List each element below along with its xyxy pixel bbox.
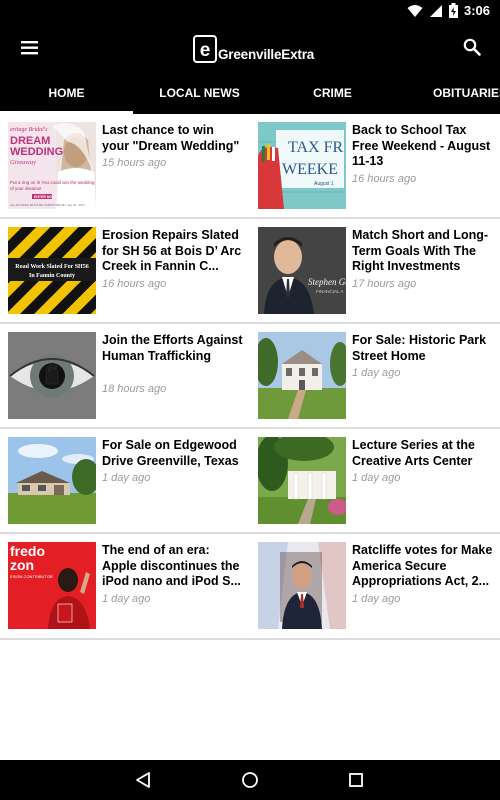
signal-icon bbox=[429, 4, 442, 17]
article-title: The end of an era: Apple discontinues th… bbox=[102, 543, 241, 589]
article-thumbnail: fredo zon ESIGN CONTRIBUTOR bbox=[8, 542, 96, 629]
article-title: For Sale: Historic Park Street Home bbox=[352, 333, 487, 363]
tab-local-news[interactable]: LOCAL NEWS bbox=[133, 72, 266, 114]
wifi-icon bbox=[407, 4, 423, 17]
article-thumbnail bbox=[258, 437, 346, 524]
system-nav-bar bbox=[0, 760, 500, 800]
svg-text:of your dreams!: of your dreams! bbox=[10, 186, 41, 191]
article-thumbnail bbox=[258, 332, 346, 419]
article-card[interactable]: Ratcliffe votes for Make America Secure … bbox=[250, 534, 500, 637]
article-time: 1 day ago bbox=[102, 593, 151, 605]
status-time: 3:06 bbox=[463, 3, 490, 18]
article-title: Erosion Repairs Slated for SH 56 at Bois… bbox=[102, 228, 242, 274]
tab-obituaries[interactable]: OBITUARIES bbox=[433, 72, 500, 114]
article-time: 1 day ago bbox=[352, 367, 401, 379]
tab-crime[interactable]: CRIME bbox=[266, 72, 399, 114]
svg-text:In Fannin County: In Fannin County bbox=[29, 273, 75, 279]
article-thumbnail: Road Work Slated For SH56 In Fannin Coun… bbox=[8, 227, 96, 314]
article-title: Lecture Series at the Creative Arts Cent… bbox=[352, 438, 475, 468]
article-card[interactable]: fredo zon ESIGN CONTRIBUTOR The end of a… bbox=[0, 534, 250, 637]
article-title: For Sale on Edgewood Drive Greenville, T… bbox=[102, 438, 239, 468]
article-thumbnail bbox=[8, 437, 96, 524]
article-card[interactable]: Stephen Ge FINANCIAL A Match Short and L… bbox=[250, 219, 500, 322]
menu-icon[interactable] bbox=[20, 38, 40, 58]
home-icon[interactable] bbox=[240, 770, 260, 790]
article-time: 1 day ago bbox=[352, 593, 401, 605]
article-title: Back to School Tax Free Weekend - August… bbox=[352, 123, 491, 169]
article-row: For Sale on Edgewood Drive Greenville, T… bbox=[0, 429, 500, 534]
back-icon[interactable] bbox=[134, 770, 154, 790]
app-bar: e GreenvilleExtra bbox=[0, 24, 500, 72]
status-icons: 3:06 bbox=[407, 3, 490, 18]
status-bar: 3:06 bbox=[0, 0, 500, 24]
article-thumbnail: Stephen Ge FINANCIAL A bbox=[258, 227, 346, 314]
article-time: 17 hours ago bbox=[352, 278, 417, 290]
article-time: 16 hours ago bbox=[102, 278, 167, 290]
svg-text:WEDDING: WEDDING bbox=[10, 146, 63, 158]
article-card[interactable]: For Sale: Historic Park Street Home 1 da… bbox=[250, 324, 500, 427]
article-time: 1 day ago bbox=[352, 472, 401, 484]
article-title: Match Short and Long-Term Goals With The… bbox=[352, 228, 489, 274]
svg-text:August 1: August 1 bbox=[314, 181, 334, 187]
svg-text:e: e bbox=[200, 40, 211, 61]
article-title: Join the Efforts Against Human Trafficki… bbox=[102, 333, 243, 363]
logo-mark: e bbox=[193, 35, 217, 63]
svg-text:zon: zon bbox=[10, 557, 34, 573]
article-row: fredo zon ESIGN CONTRIBUTOR The end of a… bbox=[0, 534, 500, 640]
article-card[interactable]: TAX FR WEEKE August 1 Back to School Tax… bbox=[250, 114, 500, 217]
article-thumbnail bbox=[258, 542, 346, 629]
article-time: 18 hours ago bbox=[102, 383, 167, 395]
article-row: Join the Efforts Against Human Trafficki… bbox=[0, 324, 500, 429]
article-thumbnail: TAX FR WEEKE August 1 bbox=[258, 122, 346, 209]
recents-icon[interactable] bbox=[346, 770, 366, 790]
article-thumbnail bbox=[8, 332, 96, 419]
article-card[interactable]: Lecture Series at the Creative Arts Cent… bbox=[250, 429, 500, 532]
article-card[interactable]: eritage Bridal's DREAM WEDDING Giveaway … bbox=[0, 114, 250, 217]
article-title: Last chance to win your "Dream Wedding" bbox=[102, 123, 240, 153]
svg-text:WEEKE: WEEKE bbox=[282, 161, 338, 178]
article-thumbnail: eritage Bridal's DREAM WEDDING Giveaway … bbox=[8, 122, 96, 209]
svg-text:FINANCIAL A: FINANCIAL A bbox=[316, 289, 343, 294]
svg-text:ESIGN CONTRIBUTOR: ESIGN CONTRIBUTOR bbox=[10, 574, 53, 579]
article-title: Ratcliffe votes for Make America Secure … bbox=[352, 543, 493, 589]
battery-charging-icon bbox=[448, 3, 458, 18]
article-card[interactable]: For Sale on Edgewood Drive Greenville, T… bbox=[0, 429, 250, 532]
svg-text:ENTER NOW: ENTER NOW bbox=[34, 195, 56, 199]
article-time: 1 day ago bbox=[102, 472, 151, 484]
article-card[interactable]: Join the Efforts Against Human Trafficki… bbox=[0, 324, 250, 427]
article-time: 15 hours ago bbox=[102, 157, 167, 169]
svg-text:ALL ENTRIES MUST BE SUBMITTED: ALL ENTRIES MUST BE SUBMITTED BY July 31… bbox=[10, 203, 85, 207]
article-row: Road Work Slated For SH56 In Fannin Coun… bbox=[0, 219, 500, 324]
svg-text:Giveaway: Giveaway bbox=[10, 159, 36, 166]
article-card[interactable]: Road Work Slated For SH56 In Fannin Coun… bbox=[0, 219, 250, 322]
svg-text:Road Work Slated For SH56: Road Work Slated For SH56 bbox=[15, 264, 88, 270]
article-row: eritage Bridal's DREAM WEDDING Giveaway … bbox=[0, 114, 500, 219]
article-time: 16 hours ago bbox=[352, 173, 417, 185]
search-icon[interactable] bbox=[462, 37, 482, 57]
svg-text:eritage Bridal's: eritage Bridal's bbox=[10, 127, 48, 133]
svg-text:TAX FR: TAX FR bbox=[288, 139, 344, 156]
svg-text:Stephen Ge: Stephen Ge bbox=[308, 277, 346, 287]
svg-text:Put a ring on it! You could wi: Put a ring on it! You could win the wedd… bbox=[10, 180, 95, 185]
tab-home[interactable]: HOME bbox=[0, 72, 133, 114]
tab-bar: HOME LOCAL NEWS CRIME OBITUARIES bbox=[0, 72, 500, 114]
app-name: GreenvilleExtra bbox=[218, 46, 315, 62]
app-logo: e GreenvilleExtra bbox=[193, 34, 314, 64]
